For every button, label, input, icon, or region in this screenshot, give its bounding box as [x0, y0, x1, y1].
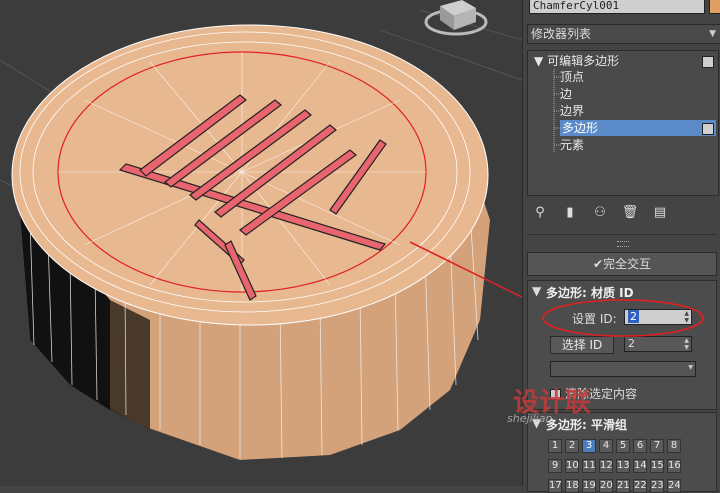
cylinder-model-view	[0, 0, 522, 460]
remove-modifier-icon[interactable]: 🗑	[621, 205, 639, 220]
smoothing-group-4-button[interactable]: 4	[599, 439, 613, 453]
smoothing-group-6-button[interactable]: 6	[633, 439, 647, 453]
object-name-field[interactable]: ChamferCyl001	[529, 0, 705, 14]
stack-item-polygon[interactable]: 多边形	[560, 120, 716, 136]
smoothing-groups-rollout: ▼ 多边形: 平滑组 1 2 3 4 5 6 7 8 9 10 11 12 13 14 15 16 17 18 19…	[527, 412, 718, 493]
smoothing-group-3-button[interactable]: 3	[582, 439, 596, 453]
modifier-stack[interactable]: ▼ 可编辑多边形 顶点 边 边界 多边形 元素	[527, 50, 719, 196]
chevron-down-icon: ▼	[709, 29, 716, 39]
annotation-ellipse	[542, 299, 704, 337]
tree-lines	[553, 69, 562, 153]
drag-handle-icon[interactable]	[617, 241, 629, 247]
modifier-list-label: 修改器列表	[531, 27, 592, 41]
divider	[527, 234, 717, 235]
smoothing-group-11-button[interactable]: 11	[582, 459, 596, 473]
configure-modifier-sets-icon[interactable]: ▤	[651, 205, 669, 220]
smoothing-group-7-button[interactable]: 7	[650, 439, 664, 453]
smoothing-group-23-button[interactable]: 23	[650, 479, 664, 493]
smoothing-group-24-button[interactable]: 24	[667, 479, 681, 493]
stack-toolbar: ⚲ ▮ ⚇ 🗑 ▤	[531, 205, 681, 225]
smoothing-group-14-button[interactable]: 14	[633, 459, 647, 473]
show-end-result-icon[interactable]: ▮	[561, 205, 579, 220]
checkmark-icon: ✔	[592, 257, 604, 271]
smoothing-group-12-button[interactable]: 12	[599, 459, 613, 473]
stack-item-element[interactable]: 元素	[560, 137, 710, 153]
modifier-toggle-icon[interactable]	[702, 56, 714, 68]
smoothing-group-18-button[interactable]: 18	[565, 479, 579, 493]
material-name-dropdown[interactable]: ▼	[550, 361, 696, 377]
smoothing-group-20-button[interactable]: 20	[599, 479, 613, 493]
smoothing-group-2-button[interactable]: 2	[565, 439, 579, 453]
smoothing-group-17-button[interactable]: 17	[548, 479, 562, 493]
smoothing-group-19-button[interactable]: 19	[582, 479, 596, 493]
viewport-perspective[interactable]	[0, 0, 522, 486]
smoothing-group-13-button[interactable]: 13	[616, 459, 630, 473]
make-unique-icon[interactable]: ⚇	[591, 205, 609, 220]
pin-icon[interactable]: ⚲	[531, 205, 549, 220]
full-interactive-checkbox[interactable]: ✔完全交互	[527, 252, 717, 276]
smoothing-group-5-button[interactable]: 5	[616, 439, 630, 453]
stack-item-border[interactable]: 边界	[560, 103, 710, 119]
viewcube-icon	[424, 0, 488, 36]
smoothing-group-15-button[interactable]: 15	[650, 459, 664, 473]
chevron-down-icon: ▼	[688, 364, 693, 371]
modifier-list-dropdown[interactable]: 修改器列表 ▼	[527, 24, 720, 44]
stack-item-edge[interactable]: 边	[560, 86, 710, 102]
command-panel: ChamferCyl001 修改器列表 ▼ ▼ 可编辑多边形 顶点 边 边界 多…	[507, 0, 720, 493]
smoothing-group-16-button[interactable]: 16	[667, 459, 681, 473]
smoothing-group-1-button[interactable]: 1	[548, 439, 562, 453]
smoothing-group-8-button[interactable]: 8	[667, 439, 681, 453]
smoothing-group-grid: 1 2 3 4 5 6 7 8 9 10 11 12 13 14 15 16 17 18 19 20 21 22 23 24	[548, 439, 718, 493]
smoothing-group-21-button[interactable]: 21	[616, 479, 630, 493]
smoothing-group-10-button[interactable]: 10	[565, 459, 579, 473]
smoothing-group-9-button[interactable]: 9	[548, 459, 562, 473]
watermark-url: shejilian	[507, 412, 553, 425]
subobject-toggle-icon[interactable]	[702, 123, 714, 135]
stack-root-editable-poly[interactable]: ▼ 可编辑多边形	[534, 53, 619, 69]
smoothing-group-22-button[interactable]: 22	[633, 479, 647, 493]
collapse-arrow-icon[interactable]: ▼	[534, 54, 543, 68]
object-color-swatch[interactable]	[709, 0, 720, 14]
stack-item-vertex[interactable]: 顶点	[560, 69, 710, 85]
